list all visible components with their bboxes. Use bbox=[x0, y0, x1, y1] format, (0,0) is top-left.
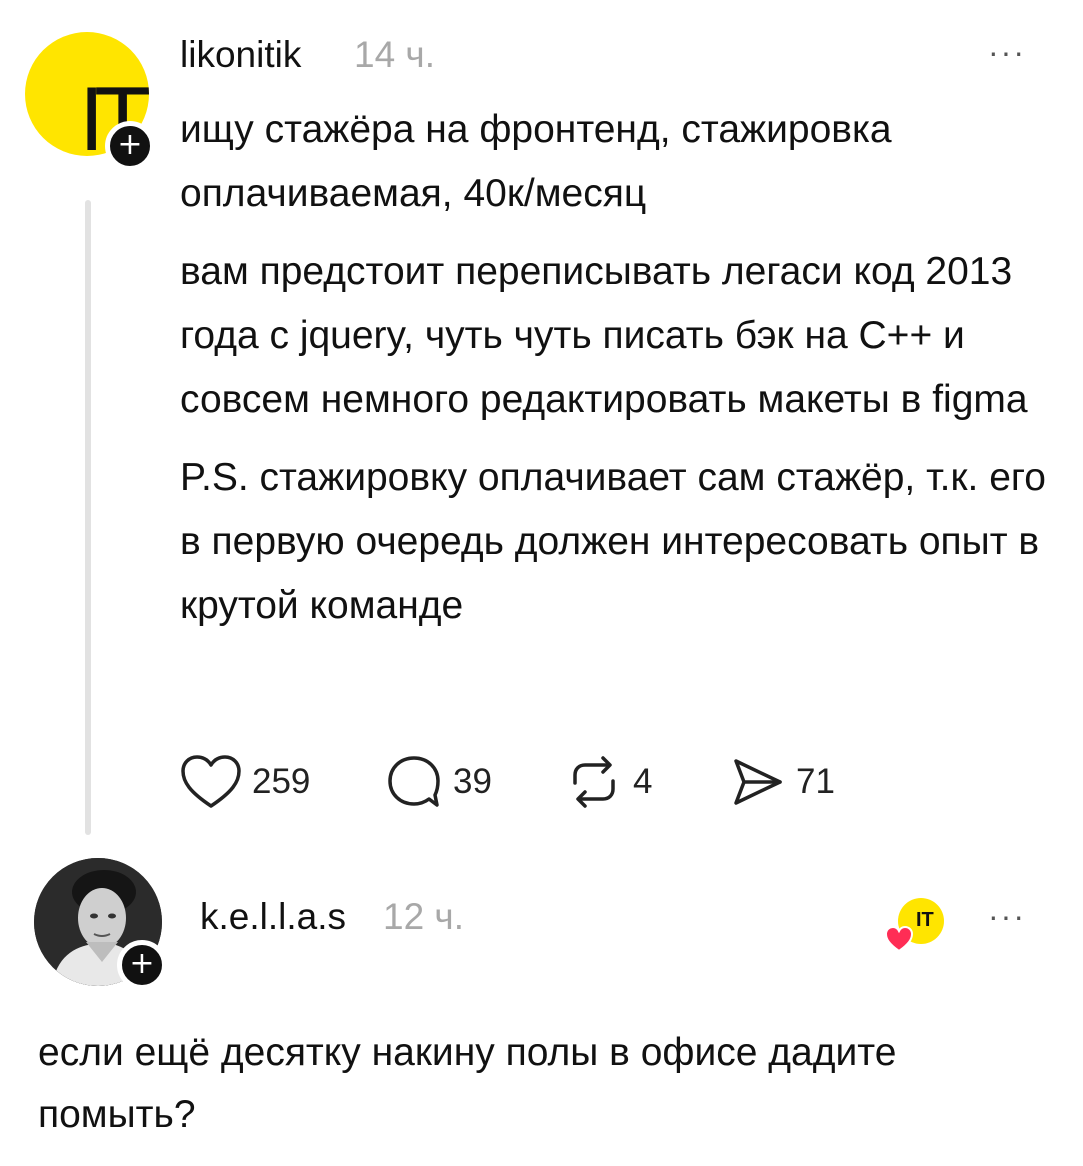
plus-icon: + bbox=[129, 946, 155, 981]
heart-icon bbox=[180, 754, 242, 810]
comment-count: 39 bbox=[453, 762, 492, 801]
repost-count: 4 bbox=[633, 762, 653, 801]
reply-author-username[interactable]: k.e.l.l.a.s bbox=[200, 896, 346, 938]
like-button[interactable]: 259 bbox=[180, 752, 310, 812]
like-count: 259 bbox=[252, 762, 311, 801]
repost-button[interactable]: 4 bbox=[565, 752, 652, 812]
send-icon bbox=[728, 753, 786, 811]
reply-text: если ещё десятку накину полы в офисе дад… bbox=[38, 1031, 897, 1136]
post-paragraph: ищу стажёра на фронтенд, стажировка опла… bbox=[180, 108, 892, 215]
more-dots-icon[interactable]: ··· bbox=[988, 898, 1026, 935]
comment-button[interactable]: 39 bbox=[385, 752, 492, 812]
heart-icon bbox=[884, 925, 914, 958]
post-timestamp: 14 ч. bbox=[354, 34, 435, 75]
comment-bubble-icon bbox=[385, 753, 443, 811]
author-username[interactable]: likonitik bbox=[180, 34, 301, 76]
share-button[interactable]: 71 bbox=[728, 752, 835, 812]
post-paragraph: P.S. стажировку оплачивает сам стажёр, т… bbox=[180, 456, 1046, 627]
reply-timestamp: 12 ч. bbox=[383, 896, 464, 937]
author-liked-badge-text: IT bbox=[916, 909, 934, 931]
post-paragraph: вам предстоит переписывать легаси код 20… bbox=[180, 250, 1028, 421]
more-dots-icon[interactable]: ··· bbox=[988, 34, 1026, 71]
post-body: ищу стажёра на фронтенд, стажировка опла… bbox=[180, 98, 1060, 652]
share-count: 71 bbox=[796, 762, 835, 801]
repost-arrows-icon bbox=[565, 753, 623, 811]
reply-follow-button[interactable]: + bbox=[117, 940, 167, 990]
thread-connector-line bbox=[85, 200, 91, 835]
follow-button[interactable]: + bbox=[105, 121, 155, 171]
plus-icon: + bbox=[117, 127, 143, 162]
